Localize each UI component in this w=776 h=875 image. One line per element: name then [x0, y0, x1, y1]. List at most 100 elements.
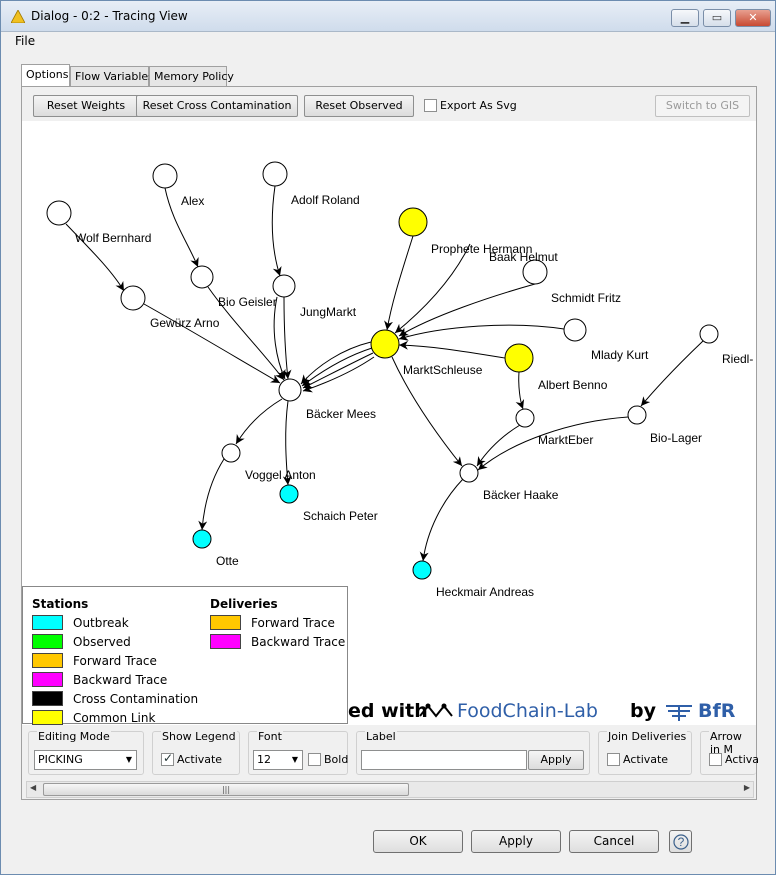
station-label-albert: Albert Benno [538, 378, 608, 392]
station-label-bio_geisler: Bio Geisler [218, 295, 277, 309]
warning-triangle-icon [11, 10, 25, 23]
apply-button[interactable]: Apply [471, 830, 561, 853]
station-node-otte[interactable] [192, 529, 212, 549]
legend: Stations Deliveries Outbreak Observed Fo… [22, 586, 348, 725]
station-node-alex[interactable] [152, 163, 178, 189]
maximize-button[interactable]: ▭ [703, 9, 731, 27]
label-input[interactable] [361, 750, 527, 770]
foodchain-logo-icon [419, 703, 453, 718]
label-apply-button[interactable]: Apply [528, 750, 584, 770]
legend-label-outbreak: Outbreak [73, 616, 129, 630]
delivery-edge-adolf-jungmarkt[interactable] [271, 185, 282, 277]
station-label-marktschleuse: MarktSchleuse [403, 363, 483, 377]
station-label-otte: Otte [216, 554, 239, 568]
minimize-button[interactable]: ▁ [671, 9, 699, 27]
station-node-bio_geisler[interactable] [190, 265, 214, 289]
cancel-button[interactable]: Cancel [569, 830, 659, 853]
tab-options[interactable]: Options [21, 64, 70, 87]
delivery-edge-marktschleuse-baecker_mees[interactable] [302, 352, 374, 389]
scroll-right-icon[interactable]: ▶ [744, 783, 750, 792]
station-node-jungmarkt[interactable] [272, 274, 296, 298]
station-node-schaich[interactable] [279, 484, 299, 504]
options-panel: Reset Weights Reset Cross Contamination … [21, 86, 759, 800]
banner-org: BfR [698, 700, 736, 722]
station-node-baecker_mees[interactable] [278, 378, 302, 402]
station-label-gewuerz: Gewürz Arno [150, 316, 220, 330]
label-label: Label [365, 730, 397, 743]
legend-swatch-observed [32, 634, 63, 649]
station-node-adolf[interactable] [262, 161, 288, 187]
legend-label-cross-contamination: Cross Contamination [73, 692, 199, 706]
station-node-baecker_haake[interactable] [459, 463, 479, 483]
tab-memory-policy[interactable]: Memory Policy [149, 66, 234, 86]
font-size-select[interactable]: 12 ▼ [253, 750, 303, 770]
export-svg-checkbox[interactable] [424, 99, 437, 112]
station-label-wolf: Wolf Bernhard [75, 231, 151, 245]
show-legend-label: Show Legend [161, 730, 237, 743]
delivery-edge-albert-marktschleuse[interactable] [398, 340, 506, 359]
legend-deliveries-title: Deliveries [210, 597, 278, 611]
delivery-edge-baak-marktschleuse[interactable] [398, 283, 536, 337]
editing-mode-select[interactable]: PICKING ▼ [34, 750, 137, 770]
font-size-value: 12 [257, 753, 271, 766]
reset-weights-button[interactable]: Reset Weights [33, 95, 139, 117]
delivery-edge-prophete-marktschleuse[interactable] [384, 235, 414, 331]
station-node-markteber[interactable] [515, 408, 535, 428]
editing-mode-group: Editing Mode PICKING ▼ [28, 730, 144, 775]
switch-to-gis-button[interactable]: Switch to GIS [655, 95, 750, 117]
banner-prefix: ed with [348, 700, 428, 722]
help-icon[interactable]: ? [669, 830, 692, 853]
station-node-schmidt[interactable] [563, 318, 587, 342]
delivery-edge-voggel-otte[interactable] [198, 458, 225, 531]
legend-label-backward-trace: Backward Trace [73, 673, 168, 687]
legend-swatch-forward-trace [32, 653, 63, 668]
help-glyph: ? [677, 835, 684, 849]
station-label-baak: Baak Helmut [489, 250, 558, 264]
toolbar: Reset Weights Reset Cross Contamination … [22, 87, 756, 121]
station-node-albert[interactable] [504, 343, 534, 373]
delivery-edge-baecker_mees-voggel[interactable] [235, 398, 283, 445]
station-label-heckmair: Heckmair Andreas [436, 585, 534, 599]
scroll-left-icon[interactable]: ◀ [30, 783, 36, 792]
station-label-mlady: Mlady Kurt [591, 348, 649, 362]
legend-label-delivery-forward: Forward Trace [251, 616, 335, 630]
join-deliveries-checkbox[interactable] [607, 753, 620, 766]
delivery-edge-albert-markteber[interactable] [515, 371, 525, 410]
arrow-checkbox[interactable] [709, 753, 722, 766]
show-legend-checkbox[interactable] [161, 751, 174, 766]
delivery-edge-riedl-biolager[interactable] [640, 340, 704, 407]
station-label-baecker_haake: Bäcker Haake [483, 488, 559, 502]
delivery-edge-marktschleuse-baecker_mees[interactable] [301, 347, 373, 387]
editing-mode-value: PICKING [38, 753, 83, 766]
graph-canvas[interactable]: Alex Adolf Roland Wolf Bernhard Bio Geisler… [22, 121, 756, 725]
reset-observed-button[interactable]: Reset Observed [304, 95, 414, 117]
close-button[interactable]: ✕ [735, 9, 771, 27]
reset-cross-contamination-button[interactable]: Reset Cross Contamination [136, 95, 298, 117]
station-node-biolager[interactable] [627, 405, 647, 425]
station-node-prophete[interactable] [398, 207, 428, 237]
ok-button[interactable]: OK [373, 830, 463, 853]
delivery-edge-jungmarkt-baecker_mees[interactable] [273, 296, 286, 380]
station-label-voggel: Voggel Anton [245, 468, 316, 482]
font-group: Font 12 ▼ Bold [248, 730, 348, 775]
station-node-riedl[interactable] [699, 324, 719, 344]
scrollbar-thumb[interactable]: ||| [43, 783, 409, 796]
delivery-edge-jungmarkt-baecker_mees[interactable] [282, 296, 292, 380]
station-node-voggel[interactable] [221, 443, 241, 463]
delivery-edge-markteber-baecker_haake[interactable] [476, 424, 521, 467]
label-group: Label Apply [356, 730, 590, 775]
bold-checkbox[interactable] [308, 753, 321, 766]
station-node-heckmair[interactable] [412, 560, 432, 580]
horizontal-scrollbar[interactable]: ◀ ||| ▶ [26, 781, 754, 798]
tab-flow-variables[interactable]: Flow Variables [70, 66, 154, 86]
station-node-wolf[interactable] [46, 200, 72, 226]
legend-swatch-outbreak [32, 615, 63, 630]
legend-label-delivery-backward: Backward Trace [251, 635, 346, 649]
window-title: Dialog - 0:2 - Tracing View [31, 9, 188, 23]
delivery-edge-baecker_haake-heckmair[interactable] [419, 478, 464, 562]
menu-file[interactable]: File [15, 34, 35, 48]
station-label-schaich: Schaich Peter [303, 509, 378, 523]
station-node-marktschleuse[interactable] [370, 329, 400, 359]
delivery-edge-schmidt-marktschleuse[interactable] [398, 324, 565, 341]
station-node-gewuerz[interactable] [120, 285, 146, 311]
